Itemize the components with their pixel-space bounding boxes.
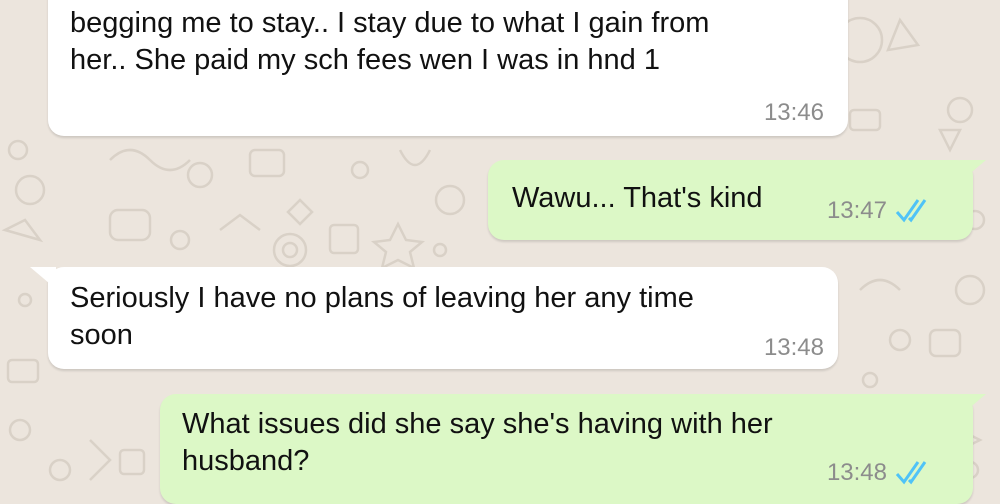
message-meta: 13:47 [827,192,935,229]
message-meta: 13:48 [827,454,935,491]
bubble-tail [960,394,986,416]
message-text: begging me to stay.. I stay due to what … [70,7,710,39]
incoming-message-bubble[interactable]: begging me to stay.. I stay due to what … [48,0,848,136]
message-text: What issues did she say she's having wit… [182,408,773,440]
message-text: soon [70,319,133,351]
message-timestamp: 13:46 [763,99,824,126]
message-meta: 13:48 [764,329,824,366]
message-text: Wawu... That's kind [512,182,763,214]
double-check-icon [895,460,927,484]
message-text: Seriously I have no plans of leaving her… [70,282,694,314]
double-check-icon [895,198,927,222]
message-text: husband? [182,445,310,477]
outgoing-message-bubble[interactable]: Wawu... That's kind 13:47 [488,160,973,240]
message-meta: 13:46 [764,94,824,131]
incoming-message-bubble[interactable]: Seriously I have no plans of leaving her… [48,267,838,369]
message-timestamp: 13:48 [763,334,824,361]
message-timestamp: 13:48 [826,459,887,486]
message-timestamp: 13:47 [826,197,887,224]
bubble-tail [30,267,56,289]
message-text: her.. She paid my sch fees wen I was in … [70,44,660,76]
outgoing-message-bubble[interactable]: What issues did she say she's having wit… [160,394,973,504]
bubble-tail [960,160,986,182]
